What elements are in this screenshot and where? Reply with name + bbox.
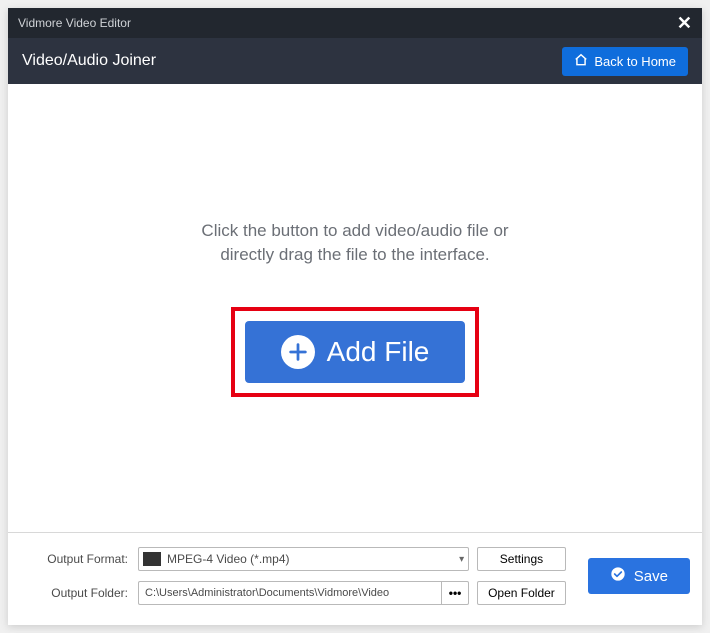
output-folder-value: C:\Users\Administrator\Documents\Vidmore…	[145, 587, 389, 599]
close-icon[interactable]: ✕	[677, 14, 692, 32]
save-label: Save	[634, 568, 668, 585]
instruction-text: Click the button to add video/audio file…	[201, 219, 508, 267]
page-title: Video/Audio Joiner	[22, 52, 156, 70]
subheader: Video/Audio Joiner Back to Home	[8, 38, 702, 84]
add-file-label: Add File	[327, 336, 430, 368]
output-folder-input[interactable]: C:\Users\Administrator\Documents\Vidmore…	[138, 581, 441, 605]
plus-icon	[281, 335, 315, 369]
open-folder-button[interactable]: Open Folder	[477, 581, 566, 605]
mp4-icon	[143, 552, 161, 566]
back-to-home-button[interactable]: Back to Home	[562, 47, 688, 76]
back-to-home-label: Back to Home	[594, 54, 676, 69]
titlebar: Vidmore Video Editor ✕	[8, 8, 702, 38]
browse-button[interactable]: •••	[441, 581, 469, 605]
add-file-button[interactable]: Add File	[245, 321, 466, 383]
chevron-down-icon: ▾	[459, 554, 464, 565]
main-dropzone[interactable]: Click the button to add video/audio file…	[8, 84, 702, 532]
home-icon	[574, 53, 588, 70]
app-title: Vidmore Video Editor	[18, 16, 131, 30]
footer: Output Format: MPEG-4 Video (*.mp4) ▾ Se…	[8, 532, 702, 625]
save-button[interactable]: Save	[588, 558, 690, 594]
check-icon	[610, 566, 626, 586]
settings-button[interactable]: Settings	[477, 547, 566, 571]
output-format-value: MPEG-4 Video (*.mp4)	[167, 552, 290, 566]
output-format-label: Output Format:	[20, 552, 130, 566]
output-folder-group: C:\Users\Administrator\Documents\Vidmore…	[138, 581, 469, 605]
addfile-highlight: Add File	[231, 307, 480, 397]
output-folder-label: Output Folder:	[20, 586, 130, 600]
output-format-select[interactable]: MPEG-4 Video (*.mp4) ▾	[138, 547, 469, 571]
app-window: Vidmore Video Editor ✕ Video/Audio Joine…	[8, 8, 702, 625]
